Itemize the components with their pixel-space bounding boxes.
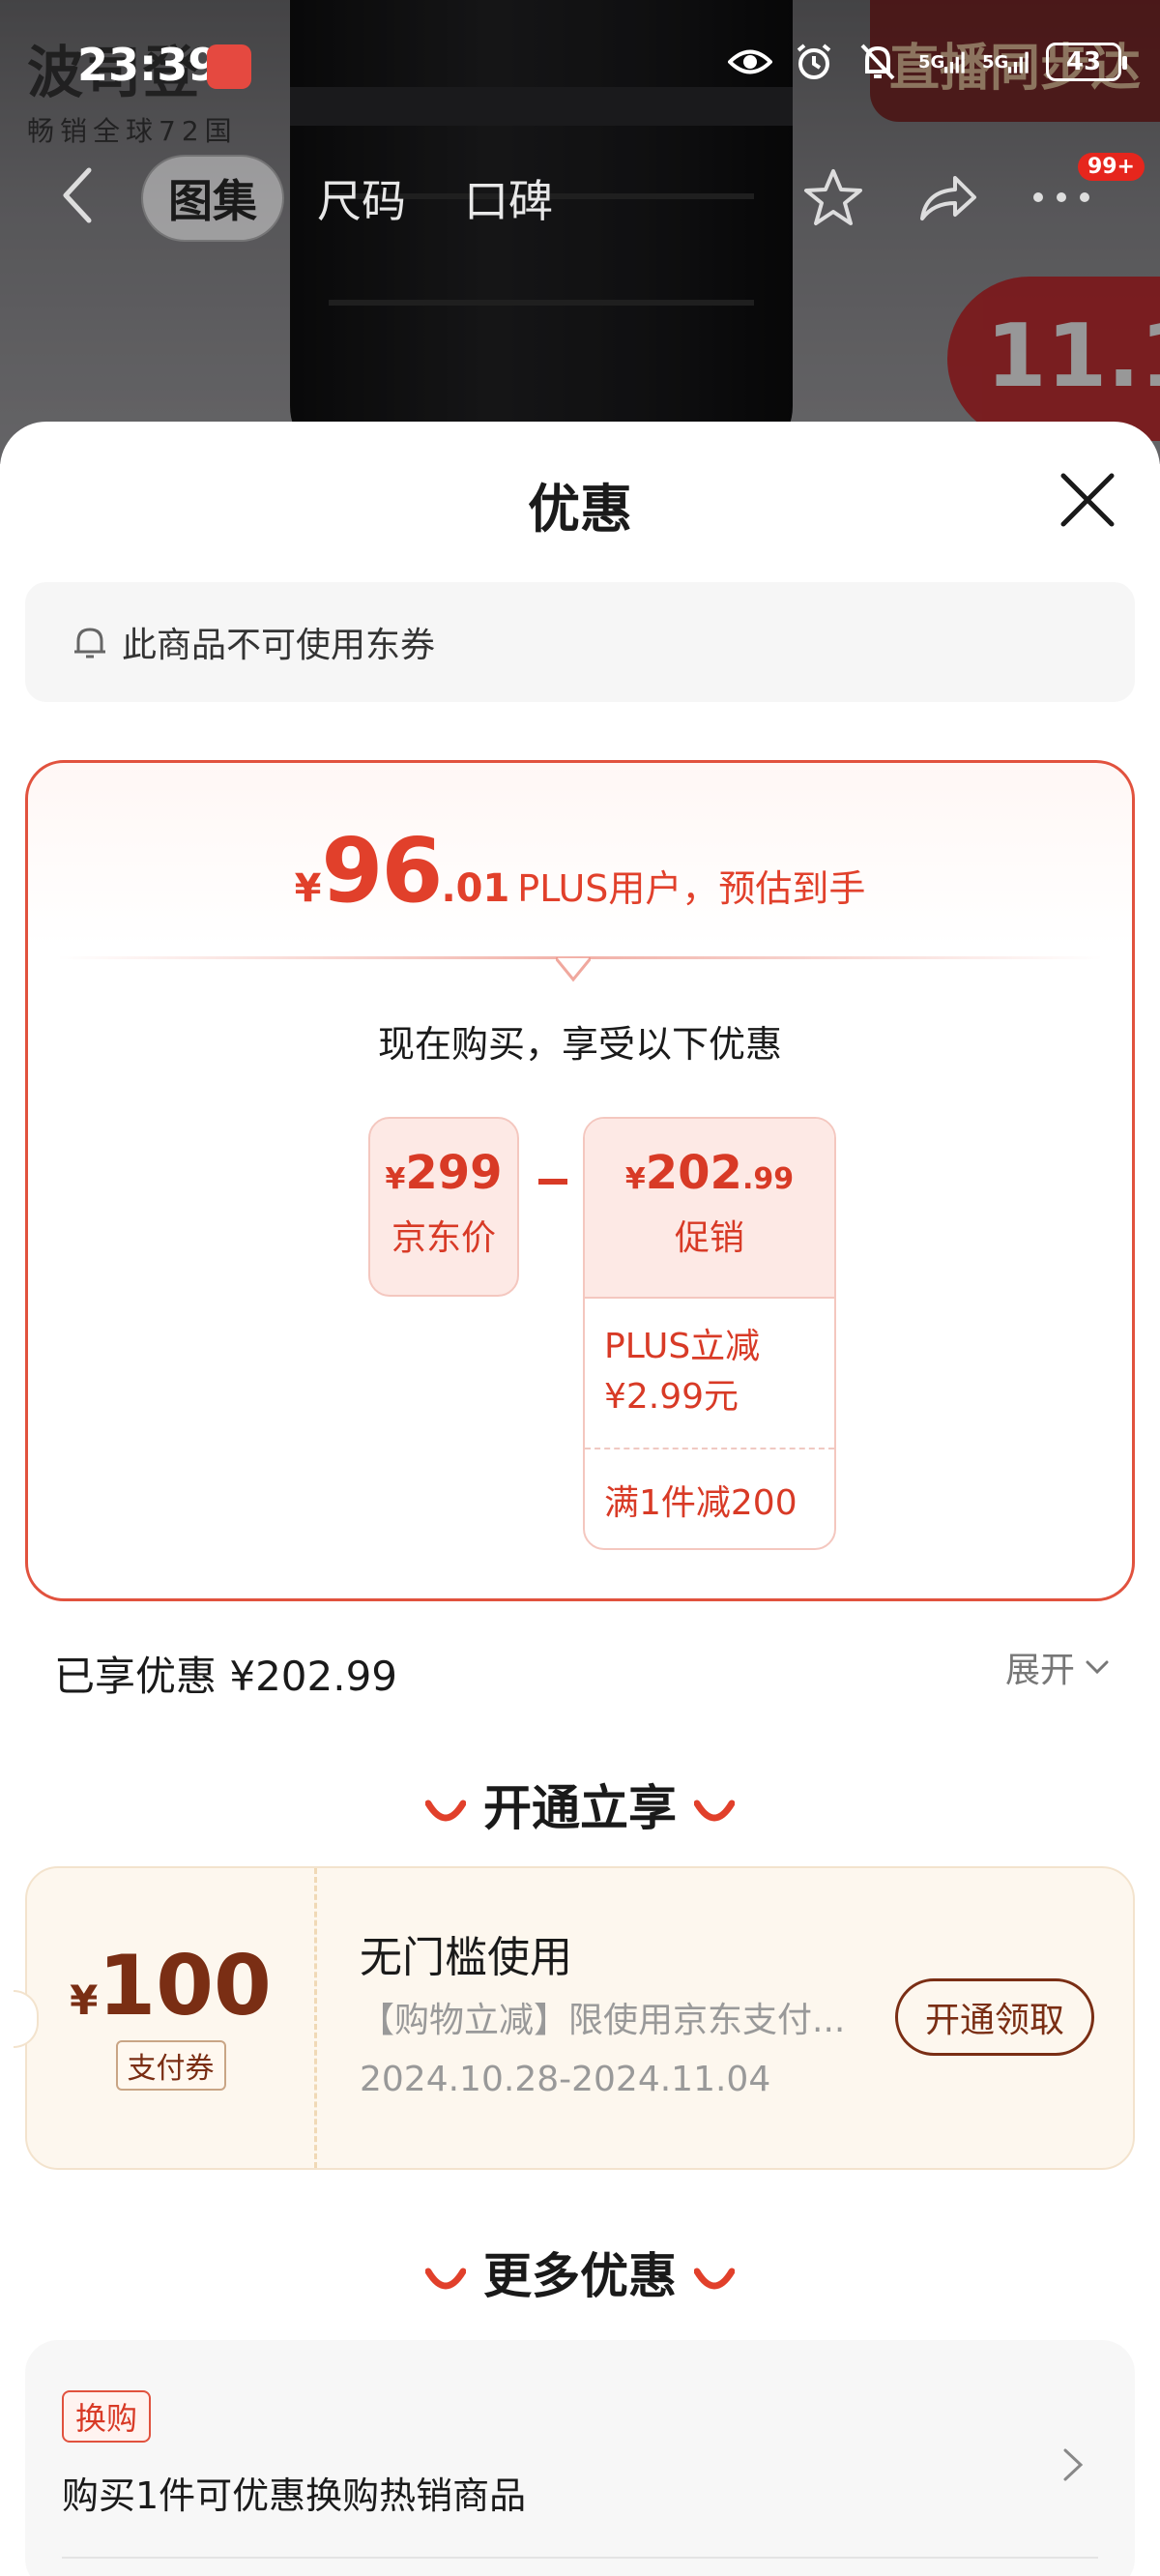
estimate-currency: ¥ (294, 866, 322, 911)
status-bar: 23:39 5G 5G 43 (0, 0, 1160, 135)
battery-icon: 43 (1046, 43, 1127, 81)
full-reduction-item: 满1件减200 (604, 1483, 798, 1523)
promotion-box: ¥202.99 促销 PLUS立减 ¥2.99元 满1件减200 (583, 1117, 836, 1550)
status-icons: 5G 5G 43 (727, 41, 1127, 83)
sheet-title: 优惠 (528, 479, 632, 540)
promotion-head: ¥202.99 促销 (585, 1119, 834, 1299)
minus-sign (538, 1179, 567, 1185)
payment-coupon-card: ¥100 支付券 无门槛使用 【购物立减】限使用京东支付... 2024.10.… (14, 1866, 1135, 2170)
more-dots-icon (1033, 192, 1089, 202)
smile-decoration-icon (694, 2268, 735, 2289)
tab-reviews[interactable]: 口碑 (439, 155, 578, 242)
product-tabs: 图集 尺码 口碑 (141, 155, 578, 242)
buy-now-caption: 现在购买，享受以下优惠 (377, 1023, 782, 1066)
estimate-decimal: .01 (441, 866, 510, 911)
signal-icon-2: 5G (982, 41, 1029, 83)
share-icon (920, 176, 976, 220)
product-nav-bar: 图集 尺码 口碑 99+ (0, 145, 1160, 251)
jd-price-label: 京东价 (391, 1218, 496, 1258)
status-time: 23:39 (77, 39, 219, 91)
estimate-integer: 96 (321, 819, 443, 922)
more-section-heading: 更多优惠 (0, 2238, 1160, 2307)
coupon-title: 无门槛使用 (360, 1933, 572, 1982)
close-icon (1060, 473, 1115, 527)
coupon-notice: 此商品不可使用东券 (25, 582, 1135, 702)
app-notification-icon (207, 44, 251, 89)
promotion-value: ¥202.99 (624, 1146, 795, 1200)
notice-text: 此商品不可使用东券 (122, 626, 436, 665)
bell-off-icon (855, 41, 901, 83)
smile-decoration-icon (425, 2268, 466, 2289)
estimate-label: PLUS用户，预估到手 (517, 867, 866, 910)
eye-icon (727, 41, 773, 83)
tab-size[interactable]: 尺码 (292, 155, 431, 242)
star-icon (804, 169, 862, 225)
expand-label: 展开 (1004, 1651, 1075, 1690)
trade-up-description: 购买1件可优惠换购热销商品 (62, 2474, 527, 2517)
promotion-label: 促销 (674, 1218, 744, 1258)
back-button[interactable] (54, 164, 102, 226)
chevron-down-icon (1086, 1660, 1109, 1675)
close-button[interactable] (1058, 470, 1117, 530)
divider (62, 2557, 1098, 2559)
jd-price-value: ¥299 (385, 1146, 503, 1200)
estimated-price: ¥96.01 PLUS用户，预估到手 (28, 819, 1132, 922)
share-button[interactable] (913, 162, 982, 232)
jd-price-box: ¥299 京东价 (368, 1117, 519, 1297)
activate-claim-button[interactable]: 开通领取 (895, 1978, 1094, 2056)
favorite-button[interactable] (798, 162, 868, 232)
bell-icon (74, 628, 105, 659)
chevron-left-icon (63, 167, 92, 223)
smile-decoration-icon (694, 1800, 735, 1821)
discount-sheet: 优惠 此商品不可使用东券 ¥96.01 PLUS用户，预估到手 现在购买，享受以下… (0, 422, 1160, 2576)
tab-gallery[interactable]: 图集 (141, 155, 284, 242)
open-section-heading: 开通立享 (0, 1770, 1160, 1839)
smile-decoration-icon (425, 1800, 466, 1821)
enjoyed-discount: 已享优惠 ¥202.99 (54, 1653, 398, 1700)
chevron-right-icon (1063, 2448, 1084, 2481)
alarm-icon (791, 41, 837, 83)
plus-discount-item: PLUS立减 ¥2.99元 (585, 1299, 834, 1449)
trade-up-badge: 换购 (62, 2390, 152, 2443)
divider-notch-icon (556, 957, 591, 982)
trade-up-offer-item[interactable]: 换购 购买1件可优惠换购热销商品 (25, 2340, 1135, 2576)
signal-icon: 5G (918, 41, 965, 83)
coupon-amount: ¥100 (70, 1938, 272, 2034)
message-count-badge: 99+ (1077, 153, 1145, 181)
expand-button[interactable]: 展开 (1005, 1642, 1110, 1692)
coupon-date-range: 2024.10.28-2024.11.04 (360, 2060, 771, 2099)
price-breakdown-card: ¥96.01 PLUS用户，预估到手 现在购买，享受以下优惠 ¥299 京东价 ¥… (25, 760, 1135, 1601)
coupon-type-tag: 支付券 (115, 2040, 226, 2091)
coupon-description: 【购物立减】限使用京东支付... (360, 2001, 846, 2040)
coupon-amount-area: ¥100 支付券 (27, 1868, 317, 2168)
